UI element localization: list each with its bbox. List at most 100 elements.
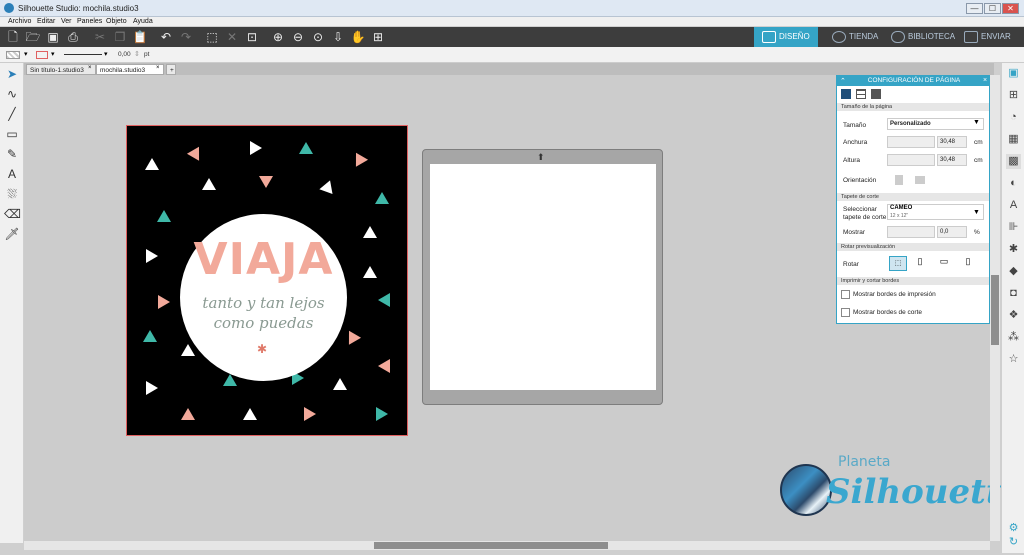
mat-opacity-slider[interactable] — [887, 226, 935, 238]
menu-ver[interactable]: Ver — [61, 17, 72, 27]
text-tool-icon[interactable]: A — [4, 166, 20, 182]
line-style-dropdown-icon[interactable]: ▾ — [104, 50, 108, 58]
fill-bucket-icon[interactable]: ⛆ — [4, 186, 20, 202]
close-tab-icon[interactable]: × — [156, 65, 160, 71]
zoom-in-icon[interactable]: ⊕ — [270, 29, 286, 45]
edit-points-icon[interactable]: ∿ — [4, 86, 20, 102]
offset-icon[interactable]: ◘ — [1006, 286, 1021, 301]
vertical-scroll-thumb[interactable] — [991, 275, 999, 345]
line-dropdown-icon[interactable]: ▾ — [51, 50, 55, 58]
horizontal-scrollbar[interactable] — [24, 541, 990, 550]
text-style-icon[interactable]: A — [1006, 198, 1021, 213]
close-tab-icon[interactable]: × — [88, 65, 92, 71]
rhinestone-icon[interactable]: ☆ — [1006, 352, 1021, 367]
panel-header[interactable]: CONFIGURACIÓN DE PÁGINA — [837, 76, 991, 86]
zoom-out-icon[interactable]: ⊖ — [290, 29, 306, 45]
grid-tab-icon[interactable] — [856, 89, 866, 99]
fill-dropdown-icon[interactable]: ▾ — [24, 50, 28, 58]
line-width-input[interactable]: 0,00 — [118, 51, 131, 58]
eraser-tool-icon[interactable]: ⌫ — [4, 206, 21, 222]
align-icon[interactable]: ⊪ — [1006, 220, 1021, 235]
trace-icon[interactable]: ❖ — [1006, 308, 1021, 323]
gradient-icon[interactable]: ◐ — [1006, 176, 1021, 191]
width-input[interactable]: 30,48 — [937, 136, 967, 148]
transparency-tab-icon[interactable] — [871, 89, 881, 99]
rotate-270-icon[interactable]: ▯ — [961, 256, 975, 271]
menu-paneles[interactable]: Paneles — [77, 17, 102, 27]
menu-ayuda[interactable]: Ayuda — [133, 17, 153, 27]
height-slider[interactable] — [887, 154, 935, 166]
rotate-0-icon[interactable]: ⬚ — [889, 256, 907, 271]
fill-color-swatch[interactable] — [6, 51, 20, 59]
rotate-180-icon[interactable]: ▭ — [937, 256, 951, 271]
select-all-icon[interactable]: ⬚ — [204, 29, 220, 45]
page-setup-icon[interactable]: ▣ — [1006, 66, 1021, 81]
open-folder-icon[interactable]: 🗁 — [25, 29, 41, 45]
pan-hand-icon[interactable]: ✋ — [350, 29, 366, 45]
menu-objeto[interactable]: Objeto — [106, 17, 127, 27]
horizontal-scroll-thumb[interactable] — [374, 542, 608, 549]
undo-icon[interactable]: ↶ — [158, 29, 174, 45]
close-button[interactable]: ✕ — [1002, 3, 1019, 14]
line-width-stepper[interactable]: ⇕ — [134, 50, 140, 58]
deselect-icon[interactable]: ✕ — [224, 29, 240, 45]
redo-icon[interactable]: ↷ — [178, 29, 194, 45]
menu-editar[interactable]: Editar — [37, 17, 55, 27]
new-file-icon[interactable]: 🗋 — [5, 29, 21, 45]
modify-icon[interactable]: ◆ — [1006, 264, 1021, 279]
maximize-button[interactable]: ☐ — [984, 3, 1001, 14]
sketch-icon[interactable]: ⁂ — [1006, 330, 1021, 345]
cut-borders-checkbox[interactable] — [841, 308, 850, 317]
replicate-icon[interactable]: ✱ — [1006, 242, 1021, 257]
group-icon[interactable]: ⊡ — [244, 29, 260, 45]
page-setup-tab-icon[interactable] — [841, 89, 851, 99]
settings-gear-icon[interactable]: ⚙ — [1006, 521, 1021, 536]
line-color-icon[interactable]: ▦ — [1006, 132, 1021, 147]
add-tab-button[interactable]: + — [166, 64, 176, 75]
tab-tienda[interactable]: TIENDA — [832, 27, 878, 47]
copy-icon[interactable]: ❐ — [112, 29, 128, 45]
print-borders-checkbox[interactable] — [841, 290, 850, 299]
rectangle-tool-icon[interactable]: ▭ — [4, 126, 20, 142]
refresh-icon[interactable]: ↻ — [1006, 535, 1021, 550]
collapse-icon[interactable]: ⌃ — [840, 77, 846, 85]
line-style-selector[interactable] — [64, 54, 102, 55]
select-arrow-icon[interactable]: ➤ — [4, 66, 20, 82]
portrait-icon[interactable] — [895, 175, 903, 185]
paste-icon[interactable]: 📋 — [132, 29, 148, 45]
design-artwork[interactable]: VIAJA tanto y tan lejos como puedas ✱ — [126, 125, 408, 436]
registration-marks-icon[interactable]: ⊞ — [1006, 88, 1021, 103]
triangle-decoration — [158, 295, 170, 309]
mat-opacity-input[interactable]: 0,0 — [937, 226, 967, 238]
landscape-icon[interactable] — [915, 176, 925, 184]
save-icon[interactable]: ▣ — [45, 29, 61, 45]
tab-enviar[interactable]: ENVIAR — [964, 27, 1011, 47]
fill-pattern-icon[interactable]: ▩ — [1006, 154, 1021, 169]
color-palette-icon[interactable]: ◔ — [1006, 110, 1021, 125]
tab-document-sin-titulo[interactable]: Sin título-1.studio3 — [26, 64, 96, 75]
fit-page-icon[interactable]: ⊞ — [370, 29, 386, 45]
main-toolbar: 🗋 🗁 ▣ ⎙ ✂ ❐ 📋 ↶ ↷ ⬚ ✕ ⊡ ⊕ ⊖ ⊙ ⇩ ✋ ⊞ DISE… — [0, 27, 1024, 47]
panel-close-icon[interactable]: × — [983, 77, 987, 84]
move-down-icon[interactable]: ⇩ — [330, 29, 346, 45]
height-input[interactable]: 30,48 — [937, 154, 967, 166]
size-select[interactable]: Personalizado — [887, 118, 984, 130]
triangle-decoration — [378, 293, 390, 307]
tab-biblioteca[interactable]: BIBLIOTECA — [891, 27, 955, 47]
print-icon[interactable]: ⎙ — [65, 29, 81, 45]
line-tool-icon[interactable]: ╱ — [4, 106, 20, 122]
rotate-90-icon[interactable]: ▯ — [913, 256, 927, 271]
knife-tool-icon[interactable]: 🗡 — [4, 226, 20, 242]
minimize-button[interactable]: — — [966, 3, 983, 14]
tab-document-mochila[interactable]: mochila.studio3 — [96, 64, 164, 75]
pencil-tool-icon[interactable]: ✎ — [4, 146, 20, 162]
vertical-scrollbar[interactable] — [990, 75, 1000, 541]
zoom-select-icon[interactable]: ⊙ — [310, 29, 326, 45]
mat-page[interactable] — [430, 164, 656, 390]
line-color-swatch[interactable] — [36, 51, 48, 59]
page-settings-panel: CONFIGURACIÓN DE PÁGINA ⌃ × Tamaño de la… — [836, 75, 991, 324]
tab-diseno[interactable]: DISEÑO — [754, 27, 818, 47]
width-slider[interactable] — [887, 136, 935, 148]
menu-archivo[interactable]: Archivo — [8, 17, 31, 27]
cut-icon[interactable]: ✂ — [92, 29, 108, 45]
